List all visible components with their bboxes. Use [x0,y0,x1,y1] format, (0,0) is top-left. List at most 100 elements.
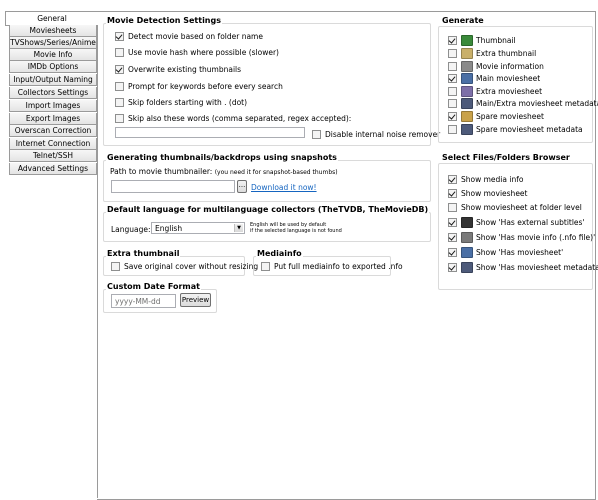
tab-internet-connection[interactable]: Internet Connection [9,138,97,150]
movie-detection-checkbox[interactable] [115,114,124,123]
thumbnail-icon [461,35,473,46]
browser-option-label: Show 'Has moviesheet' [476,248,564,257]
date-format-input[interactable]: yyyy-MM-dd [111,294,176,308]
generate-option-row[interactable]: Thumbnail [448,35,516,46]
generate-option-row[interactable]: Spare moviesheet metadata [448,124,583,135]
tab-telnet-ssh[interactable]: Telnet/SSH [9,150,97,162]
chevron-down-icon: ▼ [234,224,243,232]
generate-option-label: Main/Extra moviesheet metadata [476,99,598,108]
tab-import-images[interactable]: Import Images [9,100,97,112]
browser-option-row[interactable]: Show 'Has external subtitles' [448,217,585,228]
movie-detection-checkbox[interactable] [115,82,124,91]
browser-checkbox[interactable] [448,218,457,227]
language-note: English will be used by default if the s… [250,222,342,234]
panel-divider [97,25,98,498]
save-original-cover-row[interactable]: Save original cover without resizing [111,262,258,271]
path-hint: (you need it for snapshot-based thumbs) [214,169,338,176]
generate-option-label: Spare moviesheet [476,112,544,121]
movie-detection-option-row[interactable]: Skip also these words (comma separated, … [115,114,351,123]
movie-detection-checkbox[interactable] [115,32,124,41]
thumbnailer-path-input[interactable] [111,180,235,193]
movie-detection-option-row[interactable]: Prompt for keywords before every search [115,82,283,91]
tab-advanced-settings[interactable]: Advanced Settings [9,163,97,175]
download-link[interactable]: Download it now! [251,183,317,192]
browser-option-label: Show media info [461,175,524,184]
generate-option-row[interactable]: Main/Extra moviesheet metadata [448,98,598,109]
extra-moviesheet-icon [461,86,473,97]
browser-option-row[interactable]: Show moviesheet [448,189,527,198]
tab-moviesheets[interactable]: Moviesheets [9,25,97,37]
tab-general[interactable]: General [5,11,98,26]
browser-checkbox[interactable] [448,263,457,272]
generate-option-row[interactable]: Movie information [448,61,544,72]
movie-detection-option-row[interactable]: Use movie hash where possible (slower) [115,48,279,57]
generate-checkbox[interactable] [448,87,457,96]
browser-checkbox[interactable] [448,248,457,257]
generate-option-label: Thumbnail [476,36,516,45]
browser-option-row[interactable]: Show moviesheet at folder level [448,203,582,212]
sidebar: General Moviesheets TVShows/Series/Anime Mo… [0,0,98,500]
tab-imdb-options[interactable]: IMDb Options [9,61,97,73]
generate-option-row[interactable]: Spare moviesheet [448,111,544,122]
tab-collectors-settings[interactable]: Collectors Settings [9,87,97,99]
disable-noise-label: Disable internal noise remover [325,130,441,139]
browser-checkbox[interactable] [448,175,457,184]
movie-detection-checkbox[interactable] [115,48,124,57]
movie-detection-checkbox[interactable] [115,65,124,74]
movie-detection-option-label: Use movie hash where possible (slower) [128,48,279,57]
full-mediainfo-row[interactable]: Put full mediainfo to exported .nfo [261,262,403,271]
generate-option-row[interactable]: Extra thumbnail [448,48,536,59]
browser-option-label: Show 'Has moviesheet metadata' [476,263,598,272]
skip-words-input[interactable] [115,127,305,138]
tab-input-output-naming[interactable]: Input/Output Naming [9,74,97,86]
movie-detection-checkbox[interactable] [115,98,124,107]
tab-movie-info[interactable]: Movie Info [9,49,97,61]
metadata-icon [461,262,473,273]
generate-checkbox[interactable] [448,99,457,108]
moviesheet-icon [461,247,473,258]
generate-checkbox[interactable] [448,112,457,121]
browser-option-row[interactable]: Show 'Has movie info (.nfo file)' [448,232,595,243]
browser-checkbox[interactable] [448,203,457,212]
generate-option-label: Extra thumbnail [476,49,537,58]
movie-detection-option-label: Prompt for keywords before every search [128,82,283,91]
movie-detection-option-label: Overwrite existing thumbnails [128,65,242,74]
save-original-cover-label: Save original cover without resizing [124,262,259,271]
disable-noise-checkbox[interactable] [312,130,321,139]
movie-information-icon [461,61,473,72]
generate-checkbox[interactable] [448,36,457,45]
generate-option-row[interactable]: Main moviesheet [448,73,540,84]
browser-checkbox[interactable] [448,189,457,198]
tab-tvshows-series-anime[interactable]: TVShows/Series/Anime [9,37,97,49]
generate-option-label: Main moviesheet [476,74,541,83]
disable-noise-checkbox-row[interactable]: Disable internal noise remover [312,130,440,139]
generate-checkbox[interactable] [448,125,457,134]
generate-option-label: Spare moviesheet metadata [476,125,583,134]
generate-option-row[interactable]: Extra moviesheet [448,86,542,97]
browser-option-row[interactable]: Show media info [448,175,523,184]
preview-button[interactable]: Preview [180,293,211,307]
browse-button[interactable]: ... [237,180,247,193]
generate-checkbox[interactable] [448,49,457,58]
movie-detection-option-row[interactable]: Overwrite existing thumbnails [115,65,241,74]
generate-checkbox[interactable] [448,74,457,83]
tab-export-images[interactable]: Export Images [9,113,97,125]
movie-detection-option-row[interactable]: Skip folders starting with . (dot) [115,98,247,107]
browser-option-label: Show 'Has external subtitles' [476,218,585,227]
extra-thumbnail-title: Extra thumbnail [106,249,181,258]
movie-detection-option-label: Skip folders starting with . (dot) [128,98,248,107]
language-select[interactable]: English ▼ [151,222,245,234]
browser-option-row[interactable]: Show 'Has moviesheet' [448,247,563,258]
tab-overscan-correction[interactable]: Overscan Correction [9,125,97,137]
nfo-icon [461,232,473,243]
movie-detection-option-label: Detect movie based on folder name [128,32,263,41]
browser-checkbox[interactable] [448,233,457,242]
save-original-cover-checkbox[interactable] [111,262,120,271]
full-mediainfo-checkbox[interactable] [261,262,270,271]
movie-detection-option-row[interactable]: Detect movie based on folder name [115,32,263,41]
download-link-text[interactable]: Download it now! [251,183,317,192]
generate-checkbox[interactable] [448,62,457,71]
date-format-title: Custom Date Format [106,282,201,291]
language-label: Language: [111,225,151,234]
browser-option-row[interactable]: Show 'Has moviesheet metadata' [448,262,598,273]
